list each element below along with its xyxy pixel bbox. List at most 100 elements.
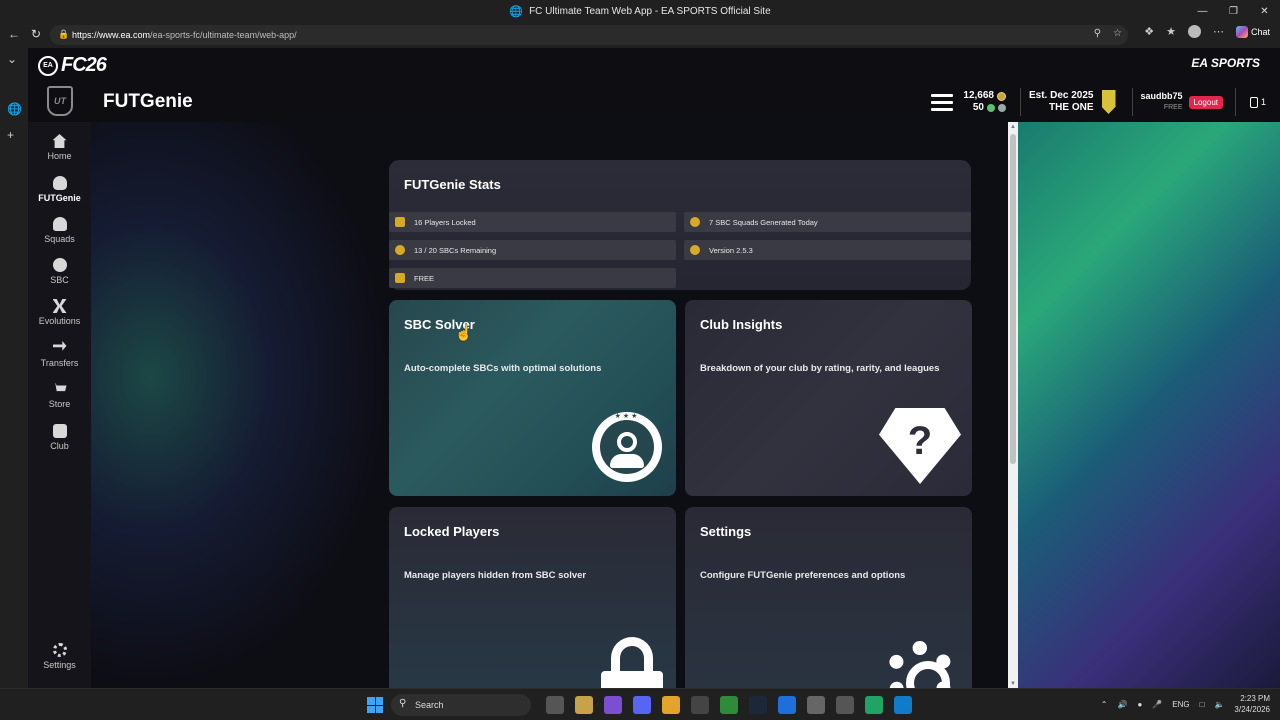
app-icon[interactable] — [836, 696, 854, 714]
display-icon[interactable]: □ — [1200, 700, 1205, 709]
favorite-star-icon[interactable]: ☆ — [1113, 28, 1122, 39]
background-glow-right — [1018, 122, 1280, 688]
globe-icon: 🌐 — [509, 5, 524, 18]
app-icon[interactable] — [865, 696, 883, 714]
notifications-button[interactable]: 1 — [1249, 96, 1266, 108]
stat-label: 7 SBC Squads Generated Today — [709, 217, 818, 227]
sidebar-item-squads[interactable]: Squads — [28, 217, 91, 244]
extensions-icon[interactable]: ❖ — [1144, 25, 1154, 38]
speaker-icon[interactable]: 🔈 — [1214, 700, 1224, 709]
club-insights-card[interactable]: Club Insights Breakdown of your club by … — [685, 300, 972, 496]
xbox-icon[interactable] — [720, 696, 738, 714]
card-description: Manage players hidden from SBC solver — [404, 570, 587, 581]
sbc-solver-card[interactable]: SBC Solver Auto-complete SBCs with optim… — [389, 300, 676, 496]
language-indicator[interactable]: ENG — [1172, 700, 1189, 709]
browser-toolbar: ← ↻ 🔒 https://www.ea.com/ea-sports-fc/ul… — [0, 22, 1280, 48]
stat-label: 16 Players Locked — [414, 217, 476, 227]
close-button[interactable]: ✕ — [1249, 0, 1280, 22]
discord-icon[interactable] — [633, 696, 651, 714]
edge-icon[interactable] — [894, 696, 912, 714]
history-icon — [395, 245, 405, 255]
club-crest-icon — [1101, 90, 1116, 114]
volume-icon[interactable]: 🔊 — [1117, 700, 1127, 709]
restore-button[interactable]: ❐ — [1218, 0, 1249, 22]
app-icon[interactable] — [691, 696, 709, 714]
sidebar-item-label: FUTGenie — [38, 193, 81, 203]
stat-sbcs-remaining: 13 / 20 SBCs Remaining — [389, 240, 676, 260]
taskbar-apps — [546, 696, 912, 714]
scroll-up-icon[interactable]: ▲ — [1010, 124, 1016, 130]
sidebar-item-label: Store — [48, 399, 71, 409]
squads-icon — [52, 217, 67, 231]
start-button[interactable] — [367, 697, 383, 713]
sidebar-item-store[interactable]: Store — [28, 382, 91, 409]
sidebar-item-label: Transfers — [40, 358, 79, 368]
address-bar[interactable]: 🔒 https://www.ea.com/ea-sports-fc/ultima… — [50, 25, 1128, 45]
chevron-down-icon[interactable]: ⌄ — [7, 52, 17, 66]
app-sidebar: UT Home FUTGenie Squads SBC Evolutions T… — [28, 86, 91, 688]
url-host: https://www.ea.com — [72, 30, 151, 40]
padlock-icon — [601, 637, 663, 688]
chevron-up-icon[interactable]: ⌃ — [1101, 700, 1108, 709]
logout-button[interactable]: Logout — [1188, 95, 1223, 109]
stat-squads-generated: 7 SBC Squads Generated Today — [684, 212, 971, 232]
user-info: saudbb75 FREE — [1141, 91, 1183, 113]
clock[interactable]: 2:23 PM 3/24/2026 — [1234, 693, 1270, 715]
stat-label: 13 / 20 SBCs Remaining — [414, 245, 497, 255]
sidebar-item-transfers[interactable]: Transfers — [28, 341, 91, 368]
new-tab-icon[interactable]: + — [7, 128, 14, 142]
lock-icon: 🔒 — [58, 29, 70, 39]
app-icon[interactable] — [662, 696, 680, 714]
mic-icon[interactable]: 🎤 — [1152, 700, 1162, 709]
file-explorer-icon[interactable] — [575, 696, 593, 714]
copilot-chat-button[interactable]: Chat — [1235, 25, 1270, 38]
key-icon[interactable]: ⚲ — [1094, 28, 1101, 39]
sidebar-item-home[interactable]: Home — [28, 134, 91, 161]
app-icon[interactable] — [604, 696, 622, 714]
page-scrollbar[interactable]: ▲ ▼ — [1008, 122, 1018, 688]
lock-icon — [395, 217, 405, 227]
search-icon: ⚲ — [399, 698, 407, 709]
scrollbar-thumb[interactable] — [1010, 134, 1016, 464]
sidebar-item-club[interactable]: Club — [28, 424, 91, 451]
more-icon[interactable]: ⋯ — [1213, 25, 1224, 38]
game-logo: FC26 — [61, 54, 107, 76]
steam-icon[interactable] — [749, 696, 767, 714]
card-description: Auto-complete SBCs with optimal solution… — [404, 363, 602, 374]
stat-version: Version 2.5.3 — [684, 240, 971, 260]
refresh-icon[interactable]: ↻ — [31, 27, 41, 41]
favorites-icon[interactable]: ★ — [1166, 25, 1176, 38]
sidebar-item-sbc[interactable]: SBC — [28, 258, 91, 285]
sidebar-item-futgenie[interactable]: FUTGenie — [28, 176, 91, 203]
tab-globe-icon[interactable]: 🌐 — [7, 102, 22, 116]
clock-time: 2:23 PM — [1240, 694, 1270, 703]
genie-icon — [52, 176, 67, 190]
page-title: FUTGenie — [103, 91, 193, 112]
locked-players-card[interactable]: Locked Players Manage players hidden fro… — [389, 507, 676, 688]
stat-label: Version 2.5.3 — [709, 245, 753, 255]
scroll-down-icon[interactable]: ▼ — [1010, 681, 1016, 687]
profile-avatar[interactable] — [1187, 25, 1201, 38]
coin-icon — [997, 91, 1006, 101]
stat-label: FREE — [414, 273, 435, 283]
home-icon — [52, 134, 67, 148]
sidebar-item-settings[interactable]: Settings — [28, 643, 91, 670]
sidebar-item-evolutions[interactable]: Evolutions — [28, 299, 91, 326]
url-path: /ea-sports-fc/ultimate-team/web-app/ — [150, 30, 297, 40]
menu-icon[interactable] — [931, 93, 954, 111]
settings-gear-icon — [52, 643, 67, 657]
ea-logo-icon: EA — [38, 55, 58, 76]
task-view-icon[interactable] — [546, 696, 564, 714]
browser-vertical-tabs: ⌄ 🌐 + — [0, 48, 28, 688]
app-icon[interactable] — [778, 696, 796, 714]
minimize-button[interactable]: — — [1187, 0, 1218, 22]
back-icon[interactable]: ← — [8, 27, 20, 41]
diamond-question-icon: ? — [879, 408, 961, 484]
username: saudbb75 — [1140, 91, 1183, 101]
clock-date: 3/24/2026 — [1234, 705, 1270, 714]
settings-card[interactable]: Settings Configure FUTGenie preferences … — [685, 507, 972, 688]
transfers-icon — [52, 341, 67, 351]
tray-app-icon[interactable]: ● — [1137, 700, 1142, 709]
settings-app-icon[interactable] — [807, 696, 825, 714]
taskbar-search[interactable]: ⚲ Search — [391, 694, 531, 716]
